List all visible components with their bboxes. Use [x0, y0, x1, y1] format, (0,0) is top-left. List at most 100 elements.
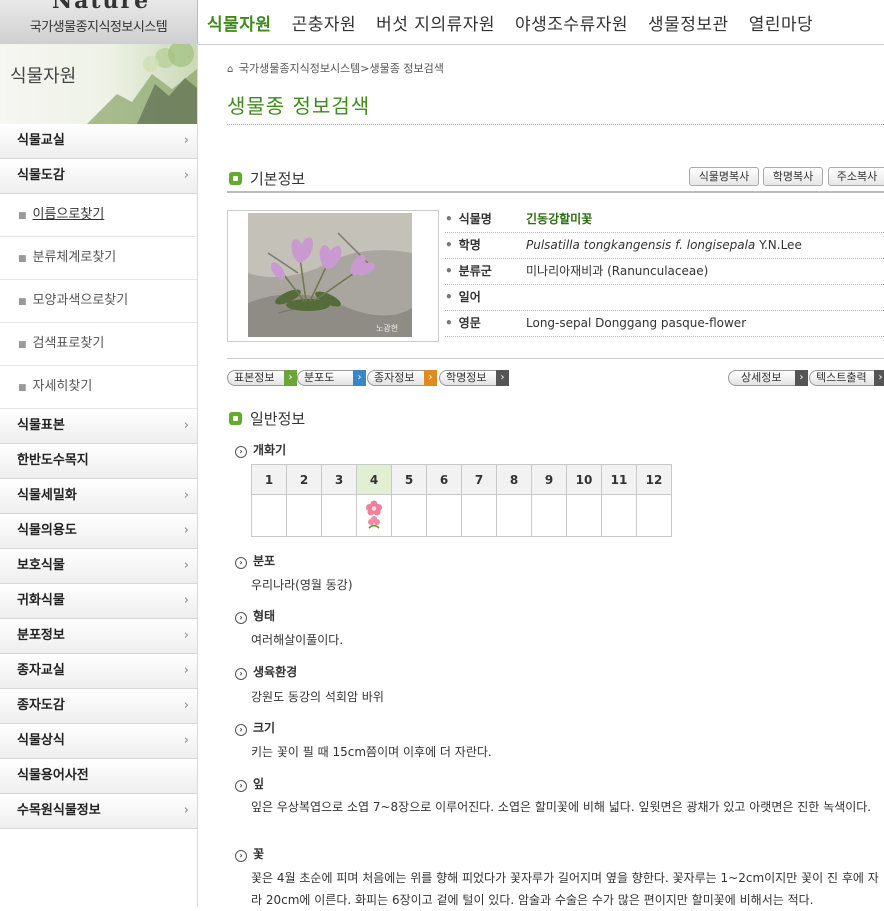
copy-plant-name-button[interactable]: 식물명복사 [689, 167, 759, 186]
month-cell [251, 494, 287, 537]
sidebar-item-distribution-info[interactable]: 분포정보 › [0, 619, 197, 654]
sidebar-subitem-search-by-key[interactable]: ■ 검색표로찾기 [0, 323, 197, 366]
nav-open-square[interactable]: 열린마당 [739, 0, 824, 44]
month-label: 10 [566, 464, 602, 495]
sidebar-item-seed-guide[interactable]: 종자도감 › [0, 689, 197, 724]
section-label: 생육환경 [253, 665, 298, 679]
info-row-scientific-name: 학명 Pulsatilla tongkangensis f. longisepa… [445, 233, 884, 259]
sidebar-item-plant-guide[interactable]: 식물도감 › [0, 159, 197, 194]
section-heading: › 형태 [235, 607, 275, 624]
info-row-english-name: 영문 Long-sepal Donggang pasque-flower [445, 311, 884, 337]
tab-text-print[interactable]: 텍스트출력 › [809, 370, 884, 386]
month-cell [286, 494, 322, 537]
sidebar-item-plant-uses[interactable]: 식물의용도 › [0, 514, 197, 549]
sidebar-item-protected-plants[interactable]: 보호식물 › [0, 549, 197, 584]
month-label: 2 [286, 464, 322, 495]
section-heading: › 크기 [235, 719, 275, 736]
chevron-right-icon: › [183, 698, 189, 713]
sidebar-item-plant-knowledge[interactable]: 식물상식 › [0, 724, 197, 759]
logo-text: 국가생물종지식정보시스템 [29, 20, 168, 35]
sidebar-item-plant-class[interactable]: 식물교실 › [0, 124, 197, 159]
sidebar-title: 식물자원 [10, 66, 77, 87]
section-heading: › 생육환경 [235, 663, 297, 680]
month-label: 11 [601, 464, 637, 495]
chevron-right-icon: › [183, 168, 189, 183]
plant-photo[interactable]: 노광현 [227, 210, 439, 342]
sidebar-item-korean-trees[interactable]: 한반도수목지 [0, 444, 197, 479]
section-label: 꽃 [253, 847, 265, 861]
arrow-right-circle-icon: › [235, 557, 247, 569]
scientific-name-value: Pulsatilla tongkangensis f. longisepala … [526, 238, 802, 252]
month-cell [391, 494, 427, 537]
copy-scientific-name-button[interactable]: 학명복사 [763, 167, 823, 186]
sidebar-item-plant-glossary[interactable]: 식물용어사전 [0, 759, 197, 794]
chevron-right-icon: › [183, 663, 189, 678]
month-cell [566, 494, 602, 537]
section-heading: › 분포 [235, 552, 275, 569]
sidebar-item-arboretum-plant-info[interactable]: 수목원식물정보 › [0, 794, 197, 829]
info-row-plant-name: 식물명 긴동강할미꽃 [445, 207, 884, 233]
info-row-japanese-name: 일어 [445, 285, 884, 311]
arrow-right-icon: › [496, 370, 509, 386]
home-icon[interactable]: ⌂ [227, 64, 233, 75]
month-cell [461, 494, 497, 537]
chevron-right-icon: › [183, 418, 189, 433]
family-value: 미나리아재비과 (Ranunculaceae) [526, 264, 709, 278]
title-divider [227, 124, 884, 125]
nav-bio-info-hall[interactable]: 생물정보관 [638, 0, 739, 44]
sidebar-item-seed-class[interactable]: 종자교실 › [0, 654, 197, 689]
month-cell [496, 494, 532, 537]
month-label: 1 [251, 464, 287, 495]
sidebar: 식물자원 식물교실 › 식물도감 › ■ 이름으로찾기 ■ 분류체계로찾기 ■ 모양과색으… [0, 44, 198, 907]
arrow-right-icon: › [353, 370, 366, 386]
tab-scientific-name-info[interactable]: 학명정보 › [439, 370, 509, 386]
sidebar-item-plant-specimens[interactable]: 식물표본 › [0, 409, 197, 444]
sidebar-subitem-search-by-name[interactable]: ■ 이름으로찾기 [0, 194, 197, 237]
sidebar-item-naturalized-plants[interactable]: 귀화식물 › [0, 584, 197, 619]
tab-specimen-info[interactable]: 표본정보 › [227, 370, 297, 386]
tab-detail-info[interactable]: 상세정보 › [728, 370, 808, 386]
field-label: 영문 [445, 311, 525, 336]
field-label: 일어 [445, 285, 525, 310]
nav-wildlife-birds[interactable]: 야생조수류자원 [505, 0, 638, 44]
section-bullet-icon [229, 412, 242, 425]
page-title: 생물종 정보검색 [227, 94, 371, 118]
chevron-right-icon: › [183, 523, 189, 538]
section-text: 잎은 우상복엽으로 소엽 7~8장으로 이루어진다. 소엽은 할미꽃에 비해 넓… [251, 800, 872, 814]
section-label: 크기 [253, 721, 276, 735]
basic-info-fields: 식물명 긴동강할미꽃 학명 Pulsatilla tongkangensis f… [445, 207, 884, 337]
section-label: 분포 [253, 554, 276, 568]
site-logo[interactable]: Nature 국가생물종지식정보시스템 [0, 0, 198, 44]
arrow-right-circle-icon: › [235, 446, 247, 458]
month-cell [356, 494, 392, 537]
sidebar-item-botanical-art[interactable]: 식물세밀화 › [0, 479, 197, 514]
tab-distribution-map[interactable]: 분포도 › [297, 370, 366, 386]
month-label: 4 [356, 464, 392, 495]
arrow-right-circle-icon: › [235, 668, 247, 680]
bullet-icon: ■ [18, 211, 27, 221]
nav-insect-resources[interactable]: 곤충자원 [282, 0, 367, 44]
nav-mushroom-lichen[interactable]: 버섯 지의류자원 [366, 0, 505, 44]
tab-seed-info[interactable]: 종자정보 › [367, 370, 437, 386]
arrow-right-circle-icon: › [235, 850, 247, 862]
sidebar-menu: 식물교실 › 식물도감 › ■ 이름으로찾기 ■ 분류체계로찾기 ■ 모양과색으로찾기 ■… [0, 124, 197, 829]
arrow-right-icon: › [795, 370, 808, 386]
bullet-icon: ■ [18, 340, 27, 350]
plant-photo-image: 노광현 [248, 213, 412, 337]
month-cell [531, 494, 567, 537]
section-bullet-icon [229, 172, 242, 185]
flower-icon [366, 500, 382, 529]
info-row-family: 분류군 미나리아재비과 (Ranunculaceae) [445, 259, 884, 285]
month-cell [321, 494, 357, 537]
chevron-right-icon: › [183, 628, 189, 643]
sidebar-subitem-search-by-shape-color[interactable]: ■ 모양과색으로찾기 [0, 280, 197, 323]
info-tabs-divider [227, 358, 884, 359]
section-text: 강원도 동강의 석회암 바위 [251, 690, 384, 704]
sidebar-subitem-detailed-search[interactable]: ■ 자세히찾기 [0, 366, 197, 409]
sidebar-subitem-search-by-taxonomy[interactable]: ■ 분류체계로찾기 [0, 237, 197, 280]
month-label: 8 [496, 464, 532, 495]
nav-plant-resources[interactable]: 식물자원 [197, 0, 282, 44]
plant-name-value: 긴동강할미꽃 [526, 212, 593, 226]
month-cell [426, 494, 462, 537]
copy-url-button[interactable]: 주소복사 [828, 167, 884, 186]
